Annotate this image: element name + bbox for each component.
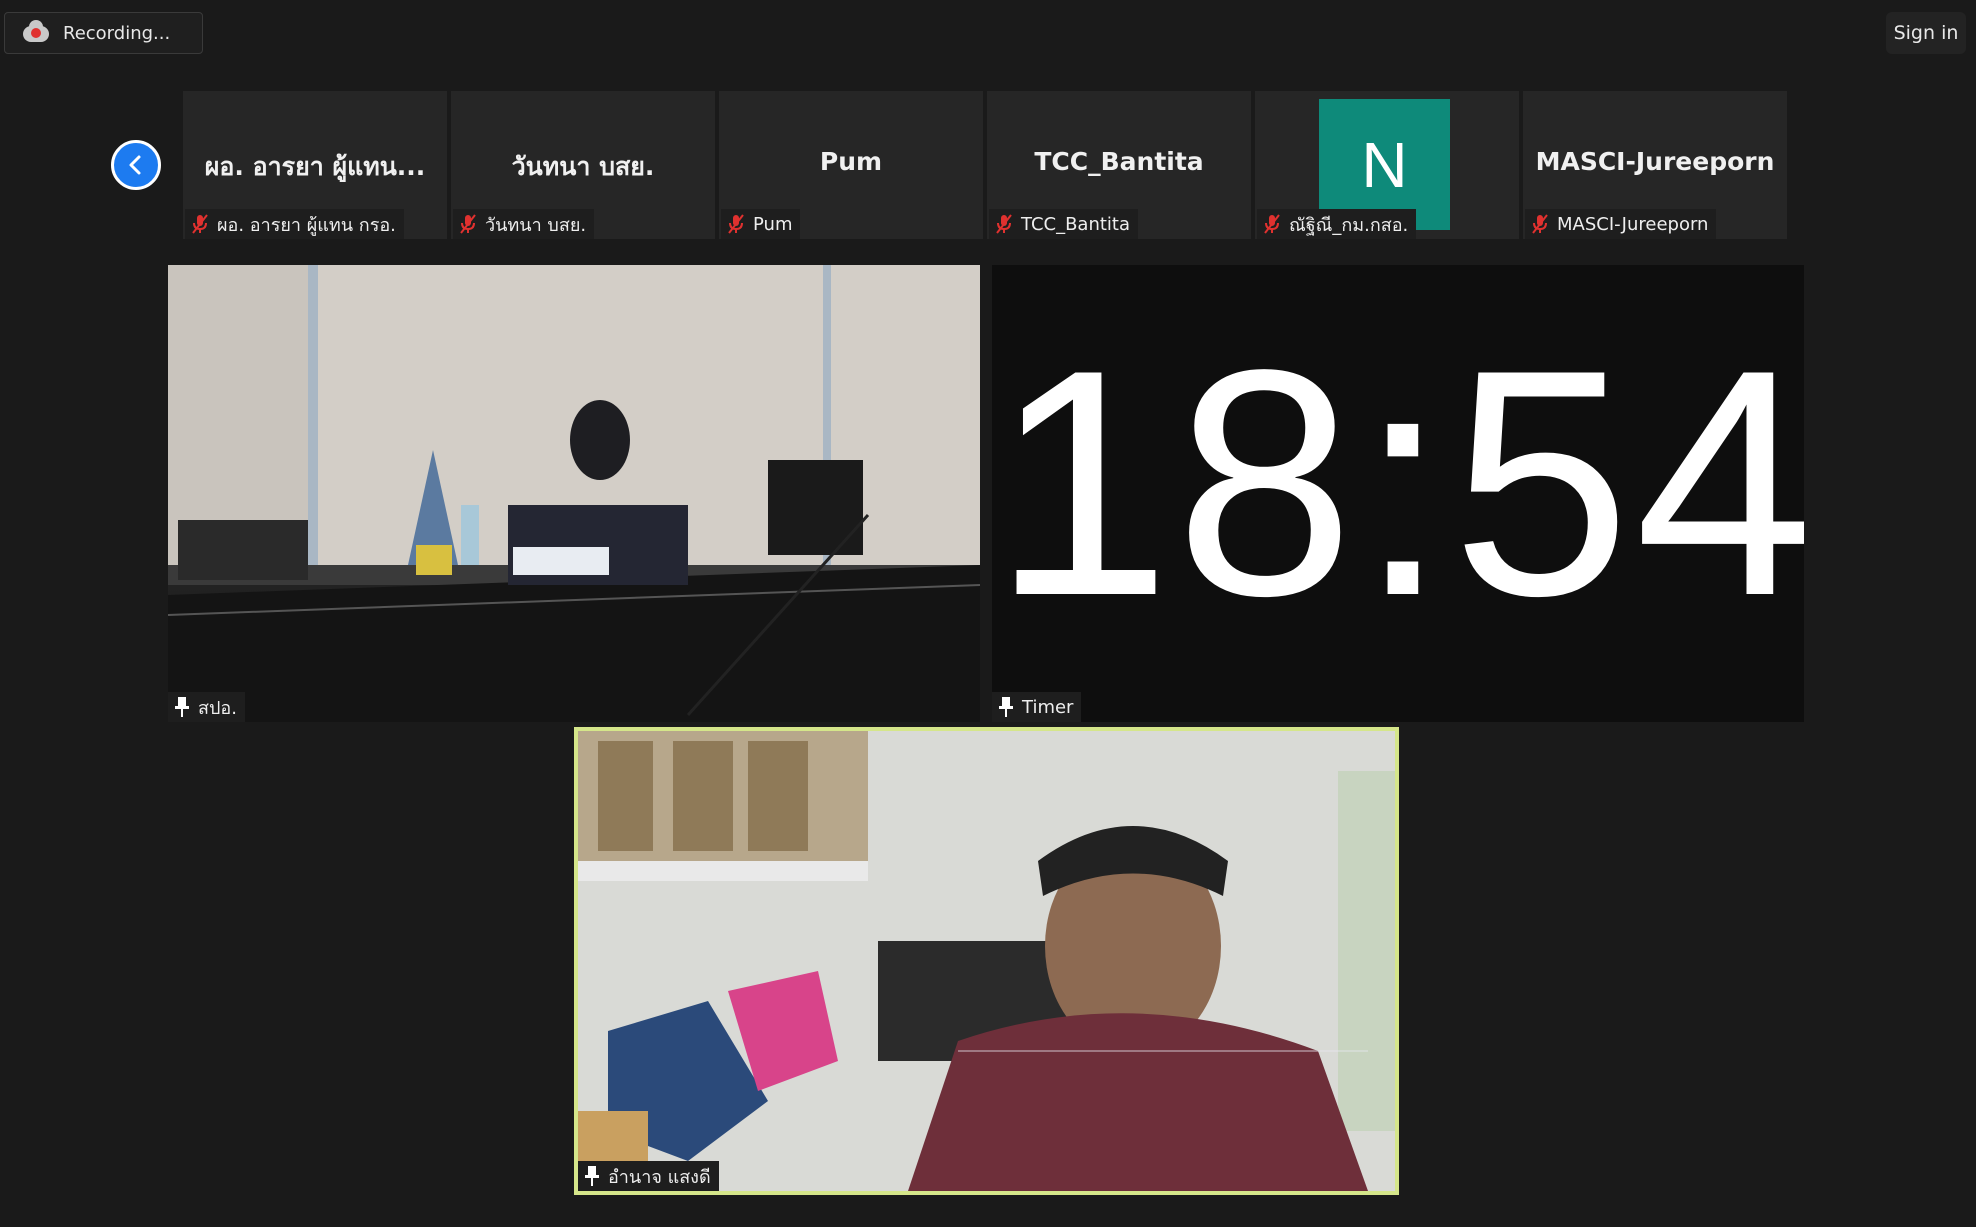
participant-tag-label: ณัฐิณี_กม.กสอ. — [1289, 214, 1409, 236]
muted-mic-icon — [460, 214, 476, 234]
participant-tag-label: ผอ. อารยา ผู้แทน กรอ. — [217, 214, 396, 236]
muted-mic-icon — [728, 214, 744, 234]
participant-tag-label: วันทนา บสย. — [485, 214, 587, 236]
sign-in-button[interactable]: Sign in — [1886, 12, 1966, 54]
participant-name-tag: TCC_Bantita — [989, 209, 1139, 239]
video-name-tag: อำนาจ แสงดี — [578, 1161, 719, 1191]
participant-name-tag: วันทนา บสย. — [453, 209, 595, 239]
video-tile-timer[interactable]: 18:54 Timer — [992, 265, 1804, 722]
pin-icon — [585, 1166, 599, 1186]
muted-mic-icon — [192, 214, 208, 234]
participant-tile[interactable]: Pum Pum — [719, 91, 983, 239]
participant-tile[interactable]: N ณัฐิณี_กม.กสอ. — [1255, 91, 1519, 239]
participant-tag-label: TCC_Bantita — [1021, 213, 1131, 235]
speaker-video — [578, 731, 1395, 1191]
cloud-recording-icon — [23, 20, 49, 44]
previous-page-button[interactable] — [111, 140, 161, 190]
recording-label: Recording... — [63, 22, 171, 44]
participant-display-name: วันทนา บสย. — [511, 152, 655, 181]
participant-name-tag: Pum — [721, 209, 801, 239]
timer-display: 18:54 — [992, 304, 1804, 663]
participant-display-name: ผอ. อารยา ผู้แทน... — [204, 152, 426, 181]
participant-display-name: Pum — [819, 147, 883, 176]
participant-tile[interactable]: MASCI-Jureeporn MASCI-Jureeporn — [1523, 91, 1787, 239]
video-tile-active-speaker[interactable]: อำนาจ แสงดี — [574, 727, 1399, 1195]
pin-icon — [175, 697, 189, 717]
participant-tag-label: Pum — [753, 213, 793, 235]
participant-name-tag: MASCI-Jureeporn — [1525, 209, 1717, 239]
meeting-room-video — [168, 265, 980, 722]
muted-mic-icon — [1532, 214, 1548, 234]
participant-name-tag: ผอ. อารยา ผู้แทน กรอ. — [185, 209, 404, 239]
video-name-tag: Timer — [992, 692, 1082, 722]
muted-mic-icon — [1264, 214, 1280, 234]
chevron-left-icon — [129, 155, 141, 175]
video-name-label: อำนาจ แสงดี — [608, 1166, 711, 1188]
muted-mic-icon — [996, 214, 1012, 234]
video-name-tag: สปอ. — [168, 692, 245, 722]
participant-tag-label: MASCI-Jureeporn — [1557, 213, 1709, 235]
recording-indicator[interactable]: Recording... — [4, 12, 203, 54]
participant-tile[interactable]: TCC_Bantita TCC_Bantita — [987, 91, 1251, 239]
video-name-label: สปอ. — [198, 697, 237, 719]
participant-display-name: TCC_Bantita — [1034, 147, 1204, 176]
participant-tile[interactable]: ผอ. อารยา ผู้แทน... ผอ. อารยา ผู้แทน กรอ… — [183, 91, 447, 239]
participant-name-tag: ณัฐิณี_กม.กสอ. — [1257, 209, 1417, 239]
participant-display-name: MASCI-Jureeporn — [1535, 147, 1775, 176]
participant-tile[interactable]: วันทนา บสย. วันทนา บสย. — [451, 91, 715, 239]
pin-icon — [999, 697, 1013, 717]
video-tile-main[interactable]: สปอ. — [168, 265, 980, 722]
video-name-label: Timer — [1022, 696, 1074, 718]
